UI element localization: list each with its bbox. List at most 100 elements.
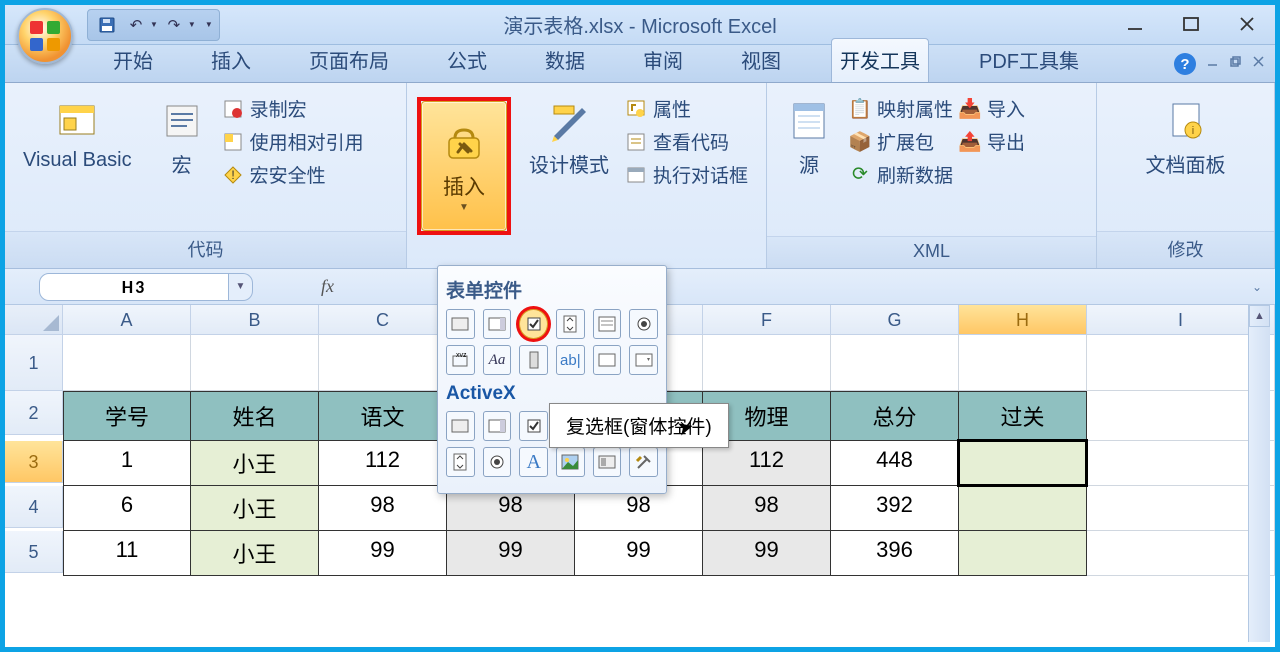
refresh-data-button[interactable]: ⟳刷新数据: [849, 161, 953, 188]
select-all-corner[interactable]: [5, 305, 63, 335]
table-cell[interactable]: 396: [831, 531, 959, 576]
table-cell[interactable]: 99: [575, 531, 703, 576]
save-button[interactable]: [94, 13, 120, 37]
insert-controls-button[interactable]: 插入 ▼: [421, 101, 507, 231]
row-header-1[interactable]: 1: [5, 335, 63, 391]
col-header-a[interactable]: A: [63, 305, 191, 335]
tab-page-layout[interactable]: 页面布局: [301, 39, 397, 82]
col-header-g[interactable]: G: [831, 305, 959, 335]
office-button[interactable]: [17, 8, 73, 64]
ax-morecontrols-icon[interactable]: [629, 447, 658, 477]
table-cell[interactable]: 1: [63, 441, 191, 486]
macros-button[interactable]: 宏: [148, 93, 216, 182]
col-header-i[interactable]: I: [1087, 305, 1275, 335]
tab-view[interactable]: 视图: [733, 39, 789, 82]
use-relative-refs-button[interactable]: 使用相对引用: [222, 128, 364, 155]
ax-label-icon[interactable]: A: [519, 447, 548, 477]
workbook-close[interactable]: [1252, 55, 1265, 73]
close-button[interactable]: [1219, 5, 1275, 43]
xml-import-button[interactable]: 📥导入: [959, 95, 1025, 122]
ax-combobox-icon[interactable]: [483, 411, 512, 441]
xml-export-button[interactable]: 📤导出: [959, 128, 1025, 155]
properties-button[interactable]: 属性: [625, 95, 748, 122]
map-properties-button[interactable]: 📋映射属性: [849, 95, 953, 122]
row-header-4[interactable]: 4: [5, 486, 63, 528]
help-button[interactable]: ?: [1174, 53, 1196, 75]
row-header-3[interactable]: 3: [5, 441, 63, 483]
run-dialog-button[interactable]: 执行对话框: [625, 161, 748, 188]
undo-button[interactable]: ↶: [123, 13, 149, 37]
minimize-button[interactable]: [1107, 5, 1163, 43]
table-cell[interactable]: 99: [447, 531, 575, 576]
design-mode-button[interactable]: 设计模式: [519, 93, 619, 182]
table-cell[interactable]: 小王: [191, 531, 319, 576]
visual-basic-button[interactable]: Visual Basic: [13, 93, 142, 176]
row-header-5[interactable]: 5: [5, 531, 63, 573]
tab-formulas[interactable]: 公式: [439, 39, 495, 82]
tab-developer[interactable]: 开发工具: [831, 38, 929, 82]
table-cell[interactable]: [959, 531, 1087, 576]
form-spinner-icon[interactable]: [556, 309, 585, 339]
table-header[interactable]: 姓名: [191, 391, 319, 441]
form-label-icon[interactable]: Aa: [483, 345, 512, 375]
expand-formula-bar[interactable]: ⌄: [1245, 278, 1269, 296]
cell[interactable]: [63, 335, 191, 391]
form-listbox-icon[interactable]: [593, 309, 622, 339]
qat-customize[interactable]: ▼: [205, 20, 213, 29]
tab-insert[interactable]: 插入: [203, 39, 259, 82]
form-combobox-icon[interactable]: [483, 309, 512, 339]
tab-review[interactable]: 审阅: [635, 39, 691, 82]
table-cell[interactable]: 392: [831, 486, 959, 531]
table-header[interactable]: 学号: [63, 391, 191, 441]
tab-home[interactable]: 开始: [105, 39, 161, 82]
macro-security-button[interactable]: !宏安全性: [222, 161, 364, 188]
table-cell[interactable]: [959, 486, 1087, 531]
form-option-icon[interactable]: [629, 309, 658, 339]
tab-data[interactable]: 数据: [537, 39, 593, 82]
form-groupbox-icon[interactable]: xvz: [446, 345, 475, 375]
form-checkbox-icon[interactable]: [519, 309, 548, 339]
table-cell[interactable]: 448: [831, 441, 959, 486]
form-button-icon[interactable]: [446, 309, 475, 339]
undo-dropdown[interactable]: ▼: [150, 20, 158, 29]
table-cell[interactable]: 98: [319, 486, 447, 531]
table-header[interactable]: 总分: [831, 391, 959, 441]
ax-commandbutton-icon[interactable]: [446, 411, 475, 441]
table-header[interactable]: 过关: [959, 391, 1087, 441]
table-cell[interactable]: 小王: [191, 486, 319, 531]
ax-spinbutton-icon[interactable]: [446, 447, 475, 477]
selected-cell[interactable]: [959, 441, 1087, 486]
workbook-minimize[interactable]: [1206, 55, 1219, 73]
document-panel-button[interactable]: i 文档面板: [1136, 93, 1236, 182]
redo-dropdown[interactable]: ▼: [188, 20, 196, 29]
ax-optionbutton-icon[interactable]: [483, 447, 512, 477]
ax-togglebutton-icon[interactable]: [593, 447, 622, 477]
ax-image-icon[interactable]: [556, 447, 585, 477]
name-box-dropdown[interactable]: ▼: [229, 273, 253, 301]
col-header-h[interactable]: H: [959, 305, 1087, 335]
workbook-restore[interactable]: [1229, 55, 1242, 73]
table-cell[interactable]: 6: [63, 486, 191, 531]
scroll-up-icon[interactable]: ▲: [1249, 305, 1270, 327]
record-macro-button[interactable]: 录制宏: [222, 95, 364, 122]
ax-checkbox-icon[interactable]: [519, 411, 548, 441]
table-cell[interactable]: 99: [703, 531, 831, 576]
form-dropdown-icon[interactable]: [629, 345, 658, 375]
col-header-c[interactable]: C: [319, 305, 447, 335]
view-code-button[interactable]: 查看代码: [625, 128, 748, 155]
row-header-2[interactable]: 2: [5, 391, 63, 435]
expansion-packs-button[interactable]: 📦扩展包: [849, 128, 953, 155]
maximize-button[interactable]: [1163, 5, 1219, 43]
table-cell[interactable]: 98: [703, 486, 831, 531]
form-textfield-icon[interactable]: ab|: [556, 345, 585, 375]
vertical-scrollbar[interactable]: ▲: [1248, 305, 1270, 642]
table-header[interactable]: 语文: [319, 391, 447, 441]
table-cell[interactable]: 小王: [191, 441, 319, 486]
form-combo-icon[interactable]: [593, 345, 622, 375]
name-box[interactable]: H3: [39, 273, 229, 301]
table-cell[interactable]: 99: [319, 531, 447, 576]
fx-button[interactable]: fx: [321, 276, 334, 297]
table-cell[interactable]: 11: [63, 531, 191, 576]
form-scrollbar-icon[interactable]: [519, 345, 548, 375]
col-header-f[interactable]: F: [703, 305, 831, 335]
